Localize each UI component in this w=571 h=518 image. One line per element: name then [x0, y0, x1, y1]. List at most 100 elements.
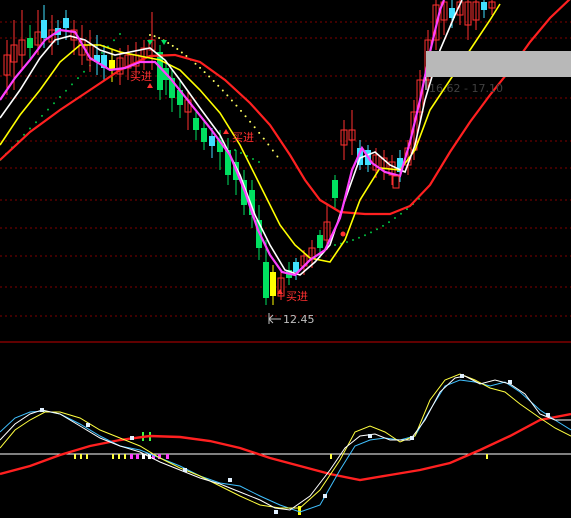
band-dot: [358, 236, 360, 239]
band-dot: [388, 221, 390, 224]
band-dot: [113, 39, 115, 42]
candle-body: [332, 180, 338, 198]
band-dot: [334, 244, 336, 246]
band-dot: [271, 149, 274, 152]
band-dot: [376, 228, 378, 231]
band-dot: [240, 152, 242, 154]
indicator-bar: [136, 454, 139, 459]
candle-body: [317, 235, 323, 248]
indicator-bar: [130, 454, 133, 459]
band-dot: [400, 212, 402, 215]
band-dot: [276, 155, 279, 158]
band-dot: [382, 224, 384, 227]
indicator-marker: [86, 423, 90, 427]
band-dot: [53, 102, 55, 105]
indicator-marker: [40, 408, 44, 412]
band-dot: [35, 121, 37, 124]
indicator-marker: [228, 478, 232, 482]
ma-red-line: [0, 0, 571, 216]
band-dot: [346, 241, 348, 244]
buy-label: 买进: [286, 290, 308, 303]
band-dot: [221, 89, 224, 92]
band-dot: [370, 231, 372, 234]
band-dot: [252, 158, 254, 160]
indicator-bar: [486, 454, 488, 459]
band-dot: [199, 66, 202, 69]
band-dot: [167, 41, 170, 44]
ma-white-line: [0, 0, 463, 276]
buy-triangle: [147, 83, 153, 88]
band-dot: [240, 109, 242, 112]
indicator-bar: [112, 454, 114, 459]
band-dot: [71, 83, 73, 86]
indicator-yellow-line: [0, 373, 571, 509]
indicator-marker: [410, 436, 414, 440]
band-dot: [119, 33, 121, 35]
sell-triangle: [161, 40, 167, 45]
band-dot: [41, 114, 43, 117]
band-dot: [149, 34, 151, 36]
band-dot: [59, 96, 61, 98]
band-dot: [194, 62, 197, 65]
candle-body: [263, 262, 269, 298]
candle-body: [41, 20, 47, 38]
signal-box: [392, 175, 400, 189]
band-dot: [230, 99, 233, 102]
band-dot: [208, 75, 211, 78]
buy-triangle: [223, 129, 229, 134]
band-dot: [65, 89, 67, 92]
candle-body: [201, 128, 207, 142]
band-dot: [185, 55, 188, 58]
band-dot: [394, 217, 396, 220]
buy-label: 买进: [130, 70, 152, 83]
band-dot: [249, 120, 252, 123]
candlesticks[interactable]: [3, 0, 496, 305]
indicator-bar: [166, 454, 169, 459]
indicator-marker: [130, 436, 134, 440]
band-dot: [226, 94, 229, 97]
indicator-red-line: [0, 412, 571, 482]
band-dot: [212, 80, 215, 83]
indicator-cyan-line: [0, 379, 571, 513]
price-range-box[interactable]: [426, 51, 571, 77]
band-dot: [101, 51, 103, 54]
band-dot: [267, 143, 270, 146]
candle-body: [270, 272, 276, 296]
indicator-bar: [86, 454, 88, 459]
band-dot: [176, 48, 179, 51]
band-dot: [217, 84, 220, 87]
indicator-marker: [368, 434, 372, 438]
low-price-label: 12.45: [283, 313, 315, 326]
band-dot: [47, 108, 49, 111]
band-dot: [171, 44, 174, 47]
indicator-white-line: [0, 375, 571, 511]
band-dot: [158, 37, 161, 40]
indicator-marker: [460, 374, 464, 378]
band-dot: [262, 137, 265, 140]
candle-body: [27, 38, 33, 48]
band-dot: [258, 131, 261, 134]
stock-chart[interactable]: 买进 买进 买进 12.45 16.62 - 17.10: [0, 0, 571, 518]
band-dot: [180, 51, 183, 54]
low-price-pointer: [268, 318, 274, 324]
band-dot: [203, 71, 206, 74]
indicator-marker: [183, 468, 187, 472]
band-dot: [352, 239, 354, 242]
indicator-marker: [508, 380, 512, 384]
indicator-marker: [274, 510, 278, 514]
indicator-marker: [323, 494, 327, 498]
stock-chart-window: 买进 买进 买进 12.45 16.62 - 17.10: [0, 0, 571, 518]
band-dot: [244, 115, 247, 118]
candle-body: [209, 136, 215, 146]
candle-body: [193, 118, 199, 130]
band-dot: [364, 234, 366, 237]
band-dot: [77, 77, 79, 80]
indicator-bar: [118, 454, 120, 459]
band-dot: [153, 35, 156, 38]
candle-body: [63, 18, 69, 28]
buy-label: 买进: [232, 131, 254, 144]
band-dot: [235, 104, 238, 107]
band-dot: [83, 70, 85, 73]
band-dot: [29, 127, 31, 130]
price-range-label: 16.62 - 17.10: [429, 82, 503, 95]
